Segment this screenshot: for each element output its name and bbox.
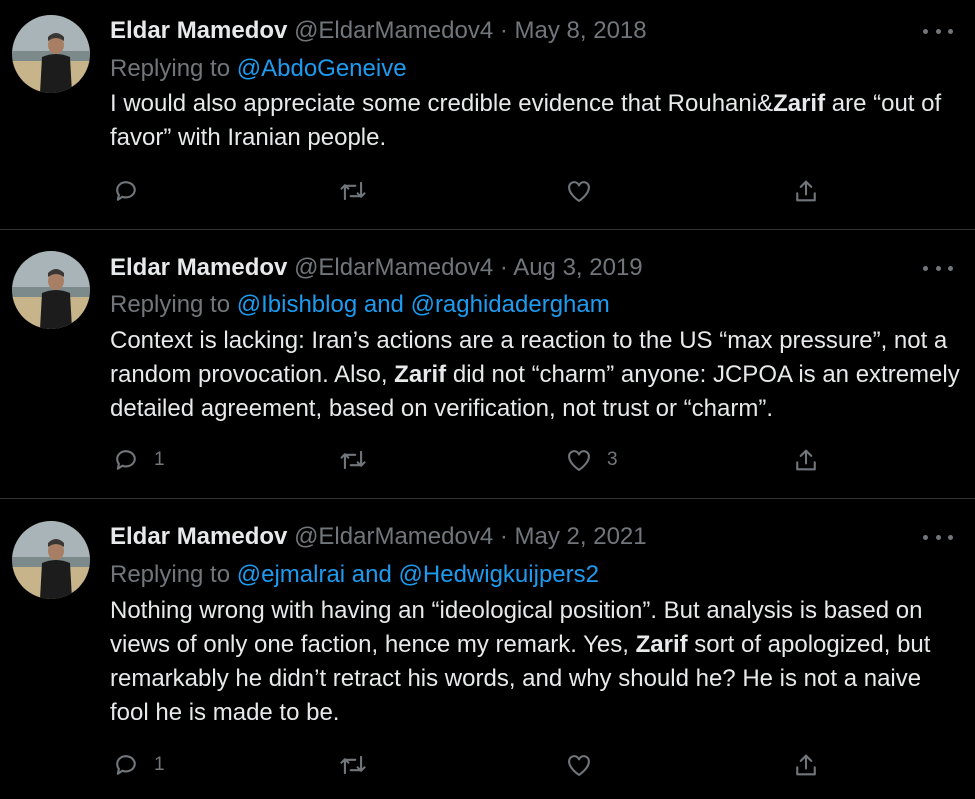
author-name[interactable]: Eldar Mamedov	[110, 523, 287, 550]
like-icon	[568, 181, 590, 202]
replying-to-user-link[interactable]: @Hedwigkuijpers2	[399, 561, 599, 588]
tweet-header: Eldar Mamedov @EldarMamedov4 · Aug 3, 20…	[110, 253, 915, 283]
share-button[interactable]	[792, 748, 820, 782]
retweet-icon	[340, 450, 366, 470]
tweet-header: Eldar Mamedov @EldarMamedov4 · May 2, 20…	[110, 522, 915, 552]
retweet-button[interactable]	[338, 748, 382, 782]
replying-to-user-link[interactable]: @Ibishblog	[237, 291, 357, 318]
like-icon	[568, 755, 590, 776]
like-button[interactable]	[565, 748, 607, 782]
tweet[interactable]: Eldar Mamedov @EldarMamedov4 · May 8, 20…	[0, 0, 975, 229]
tweet-actions	[0, 174, 975, 208]
avatar[interactable]	[12, 521, 90, 599]
reply-button[interactable]	[112, 174, 154, 208]
like-button[interactable]	[565, 174, 607, 208]
retweet-icon	[340, 181, 366, 201]
header-separator: ·	[499, 17, 508, 44]
replying-to: Replying to @AbdoGeneive	[110, 54, 407, 84]
replying-to-and[interactable]: and	[357, 291, 410, 318]
avatar[interactable]	[12, 15, 90, 93]
replying-to-and[interactable]: and	[345, 561, 398, 588]
share-icon	[796, 180, 816, 202]
tweet-actions: 1 3	[0, 443, 975, 477]
replying-to-label: Replying to	[110, 291, 231, 318]
tweet[interactable]: Eldar Mamedov @EldarMamedov4 · May 2, 20…	[0, 499, 975, 799]
like-icon	[568, 450, 590, 471]
retweet-icon	[340, 755, 366, 775]
tweet-text: I would also appreciate some credible ev…	[110, 87, 961, 155]
author-handle[interactable]: @EldarMamedov4	[294, 523, 493, 550]
replying-to: Replying to @ejmalrai and @Hedwigkuijper…	[110, 560, 599, 590]
tweet-date[interactable]: Aug 3, 2019	[513, 254, 642, 281]
tweet-text-bold: Zarif	[394, 361, 447, 388]
tweet[interactable]: Eldar Mamedov @EldarMamedov4 · Aug 3, 20…	[0, 230, 975, 498]
replying-to-label: Replying to	[110, 55, 231, 82]
author-handle[interactable]: @EldarMamedov4	[294, 254, 493, 281]
share-icon	[796, 754, 816, 776]
reply-button[interactable]: 1	[112, 748, 165, 782]
avatar-image	[12, 15, 90, 93]
share-icon	[796, 449, 816, 471]
reply-icon	[116, 181, 136, 201]
replying-to-user-link[interactable]: @ejmalrai	[237, 561, 345, 588]
reply-count: 1	[154, 449, 165, 470]
reply-icon	[116, 755, 136, 775]
replying-to: Replying to @Ibishblog and @raghidadergh…	[110, 290, 610, 320]
more-icon[interactable]	[923, 258, 953, 278]
tweet-date[interactable]: May 2, 2021	[515, 523, 647, 550]
tweet-text-bold: Zarif	[773, 90, 826, 117]
tweet-actions: 1	[0, 748, 975, 782]
tweet-date[interactable]: May 8, 2018	[515, 17, 647, 44]
tweet-text: Nothing wrong with having an “ideologica…	[110, 594, 961, 730]
reply-icon	[116, 450, 136, 470]
reply-button[interactable]: 1	[112, 443, 165, 477]
like-count: 3	[607, 449, 618, 470]
more-icon[interactable]	[923, 527, 953, 547]
tweet-text-part: I would also appreciate some credible ev…	[110, 90, 774, 117]
retweet-button[interactable]	[338, 443, 382, 477]
avatar-image	[12, 521, 90, 599]
header-separator: ·	[499, 523, 508, 550]
share-button[interactable]	[792, 443, 820, 477]
replying-to-user-link[interactable]: @raghidadergham	[411, 291, 610, 318]
more-icon[interactable]	[923, 21, 953, 41]
share-button[interactable]	[792, 174, 820, 208]
like-button[interactable]: 3	[565, 443, 618, 477]
retweet-button[interactable]	[338, 174, 382, 208]
replying-to-label: Replying to	[110, 561, 231, 588]
replying-to-user-link[interactable]: @AbdoGeneive	[237, 55, 407, 82]
tweet-feed: Eldar Mamedov @EldarMamedov4 · May 8, 20…	[0, 0, 975, 799]
author-name[interactable]: Eldar Mamedov	[110, 254, 287, 281]
avatar-image	[12, 251, 90, 329]
author-name[interactable]: Eldar Mamedov	[110, 17, 287, 44]
reply-count: 1	[154, 754, 165, 775]
tweet-text-bold: Zarif	[635, 631, 688, 658]
tweet-header: Eldar Mamedov @EldarMamedov4 · May 8, 20…	[110, 16, 915, 46]
avatar[interactable]	[12, 251, 90, 329]
tweet-text: Context is lacking: Iran’s actions are a…	[110, 324, 961, 426]
header-separator: ·	[499, 254, 508, 281]
author-handle[interactable]: @EldarMamedov4	[294, 17, 493, 44]
